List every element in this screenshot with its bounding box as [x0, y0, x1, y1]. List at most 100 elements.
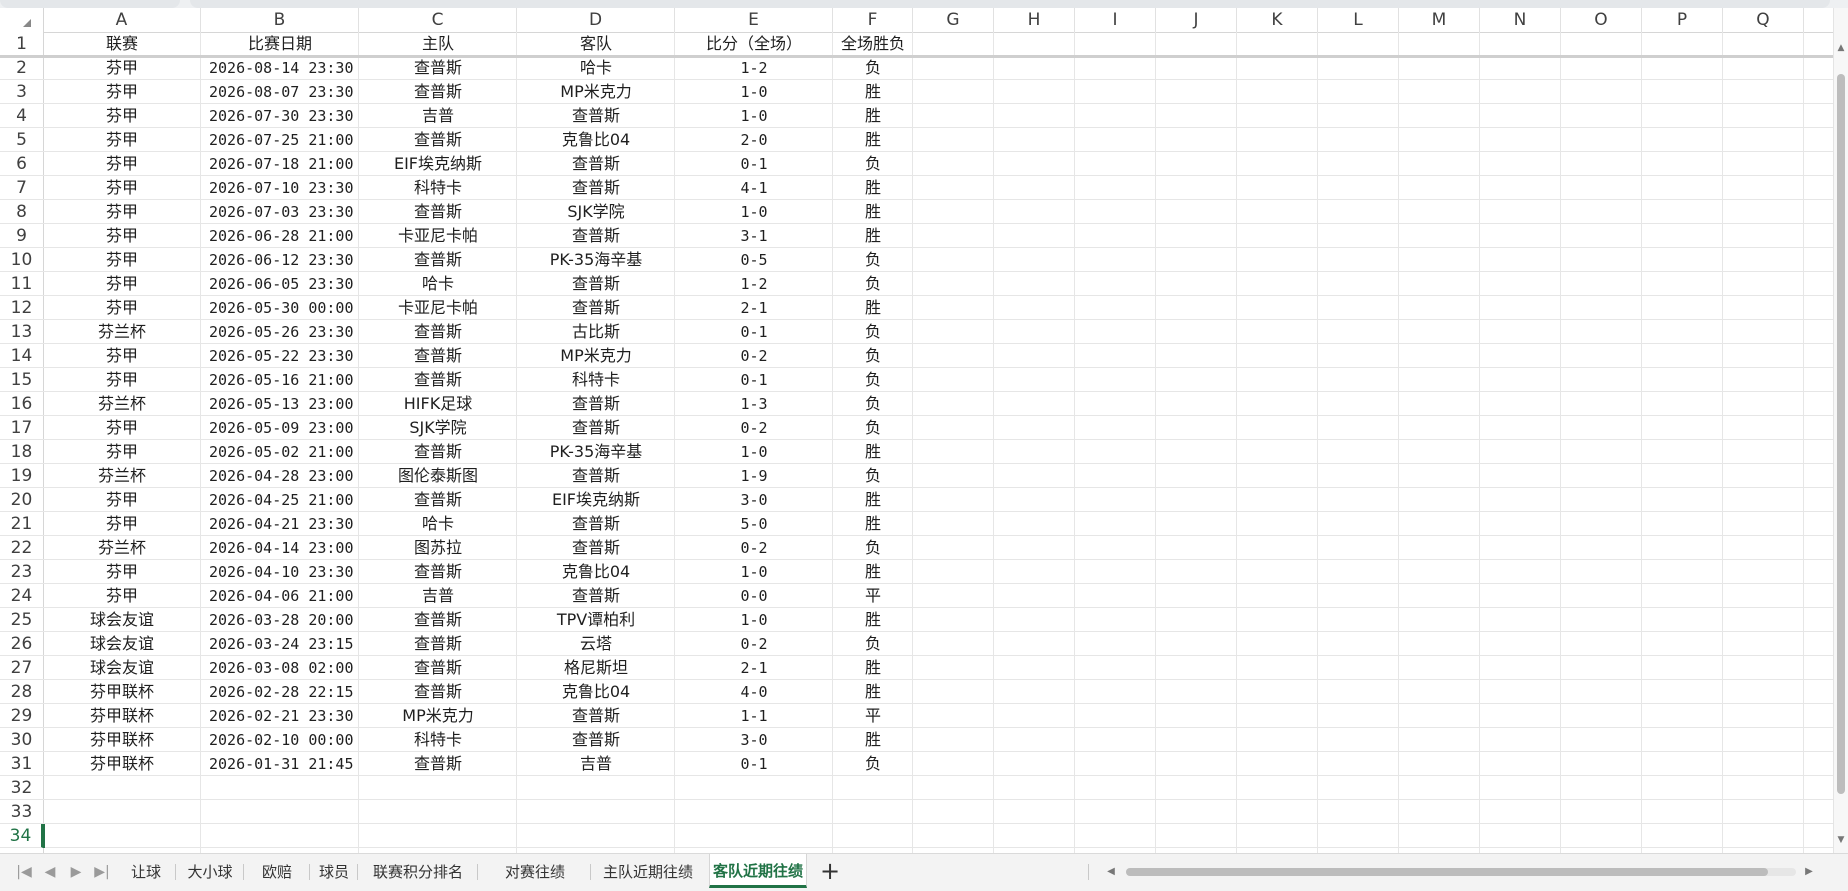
horizontal-scrollbar[interactable]: ◀ ▶: [1100, 862, 1820, 882]
league-cell[interactable]: 芬甲: [43, 488, 201, 512]
score-cell[interactable]: 1-0: [675, 104, 833, 128]
result-cell[interactable]: 负: [833, 344, 913, 368]
result-cell[interactable]: 胜: [833, 680, 913, 704]
home-team-cell[interactable]: 哈卡: [359, 272, 517, 296]
home-team-cell[interactable]: SJK学院: [359, 416, 517, 440]
result-cell[interactable]: 胜: [833, 560, 913, 584]
row-header-6[interactable]: 6: [0, 152, 43, 176]
row-header-20[interactable]: 20: [0, 488, 43, 512]
date-cell[interactable]: 2026-08-07 23:30: [201, 80, 359, 104]
column-header-d[interactable]: D: [517, 8, 675, 32]
row-header-2[interactable]: 2: [0, 56, 43, 80]
select-all-corner[interactable]: [0, 8, 44, 32]
date-cell[interactable]: 2026-03-08 02:00: [201, 656, 359, 680]
home-team-cell[interactable]: 科特卡: [359, 728, 517, 752]
date-cell[interactable]: 2026-05-22 23:30: [201, 344, 359, 368]
row-header-28[interactable]: 28: [0, 680, 43, 704]
league-cell[interactable]: 芬兰杯: [43, 536, 201, 560]
date-cell[interactable]: 2026-05-30 00:00: [201, 296, 359, 320]
date-cell[interactable]: 2026-04-28 23:00: [201, 464, 359, 488]
vertical-scrollbar[interactable]: ▲ ▼: [1833, 8, 1848, 853]
away-team-cell[interactable]: 查普斯: [517, 272, 675, 296]
score-cell[interactable]: 4-1: [675, 176, 833, 200]
away-team-cell[interactable]: MP米克力: [517, 344, 675, 368]
row-header-8[interactable]: 8: [0, 200, 43, 224]
header-league[interactable]: 联赛: [43, 32, 201, 56]
row-header-30[interactable]: 30: [0, 728, 43, 752]
date-cell[interactable]: 2026-03-28 20:00: [201, 608, 359, 632]
row-header-11[interactable]: 11: [0, 272, 43, 296]
date-cell[interactable]: 2026-07-18 21:00: [201, 152, 359, 176]
result-cell[interactable]: 胜: [833, 200, 913, 224]
sheet-tab-3[interactable]: 欧赔: [248, 858, 306, 886]
row-header-5[interactable]: 5: [0, 128, 43, 152]
date-cell[interactable]: 2026-04-10 23:30: [201, 560, 359, 584]
column-header-b[interactable]: B: [201, 8, 359, 32]
league-cell[interactable]: 芬甲联杯: [43, 704, 201, 728]
date-cell[interactable]: 2026-06-05 23:30: [201, 272, 359, 296]
result-cell[interactable]: 负: [833, 632, 913, 656]
header-score[interactable]: 比分（全场）: [675, 32, 833, 56]
score-cell[interactable]: 0-2: [675, 344, 833, 368]
row-header-14[interactable]: 14: [0, 344, 43, 368]
league-cell[interactable]: 芬甲: [43, 416, 201, 440]
column-header-a[interactable]: A: [43, 8, 201, 32]
score-cell[interactable]: 1-0: [675, 80, 833, 104]
league-cell[interactable]: 芬甲: [43, 272, 201, 296]
row-header-7[interactable]: 7: [0, 176, 43, 200]
sheet-tab-6[interactable]: 对赛往绩: [483, 858, 587, 886]
row-header-10[interactable]: 10: [0, 248, 43, 272]
header-result[interactable]: 全场胜负: [833, 32, 913, 56]
away-team-cell[interactable]: TPV谭柏利: [517, 608, 675, 632]
row-header-3[interactable]: 3: [0, 80, 43, 104]
result-cell[interactable]: 负: [833, 272, 913, 296]
score-cell[interactable]: 0-5: [675, 248, 833, 272]
home-team-cell[interactable]: 查普斯: [359, 344, 517, 368]
row-header-21[interactable]: 21: [0, 512, 43, 536]
row-header-32[interactable]: 32: [0, 776, 43, 800]
cell-grid[interactable]: 联赛 比赛日期 主队 客队 比分（全场） 全场胜负 芬甲 2026-08-14 23:30 查普…: [0, 32, 1834, 853]
home-team-cell[interactable]: 查普斯: [359, 488, 517, 512]
league-cell[interactable]: 芬甲: [43, 344, 201, 368]
home-team-cell[interactable]: HIFK足球: [359, 392, 517, 416]
date-cell[interactable]: 2026-07-03 23:30: [201, 200, 359, 224]
row-header-29[interactable]: 29: [0, 704, 43, 728]
league-cell[interactable]: 球会友谊: [43, 608, 201, 632]
home-team-cell[interactable]: 查普斯: [359, 752, 517, 776]
sheet-tab-7[interactable]: 主队近期往绩: [595, 858, 701, 886]
header-home-team[interactable]: 主队: [359, 32, 517, 56]
column-header-o[interactable]: O: [1561, 8, 1642, 32]
away-team-cell[interactable]: 查普斯: [517, 512, 675, 536]
column-header-k[interactable]: K: [1237, 8, 1318, 32]
score-cell[interactable]: 1-0: [675, 200, 833, 224]
result-cell[interactable]: 负: [833, 248, 913, 272]
away-team-cell[interactable]: 格尼斯坦: [517, 656, 675, 680]
column-header-g[interactable]: G: [913, 8, 994, 32]
date-cell[interactable]: 2026-04-14 23:00: [201, 536, 359, 560]
away-team-cell[interactable]: 查普斯: [517, 152, 675, 176]
date-cell[interactable]: 2026-02-10 00:00: [201, 728, 359, 752]
column-header-p[interactable]: P: [1642, 8, 1723, 32]
result-cell[interactable]: 胜: [833, 488, 913, 512]
league-cell[interactable]: 芬甲联杯: [43, 752, 201, 776]
result-cell[interactable]: 胜: [833, 728, 913, 752]
away-team-cell[interactable]: 查普斯: [517, 584, 675, 608]
row-header-12[interactable]: 12: [0, 296, 43, 320]
date-cell[interactable]: 2026-05-26 23:30: [201, 320, 359, 344]
row-header-31[interactable]: 31: [0, 752, 43, 776]
score-cell[interactable]: 3-0: [675, 728, 833, 752]
result-cell[interactable]: 胜: [833, 104, 913, 128]
away-team-cell[interactable]: 查普斯: [517, 536, 675, 560]
result-cell[interactable]: 胜: [833, 128, 913, 152]
date-cell[interactable]: 2026-04-06 21:00: [201, 584, 359, 608]
date-cell[interactable]: 2026-05-13 23:00: [201, 392, 359, 416]
away-team-cell[interactable]: 古比斯: [517, 320, 675, 344]
result-cell[interactable]: 负: [833, 752, 913, 776]
league-cell[interactable]: 芬甲: [43, 152, 201, 176]
score-cell[interactable]: 5-0: [675, 512, 833, 536]
result-cell[interactable]: 胜: [833, 176, 913, 200]
score-cell[interactable]: 0-0: [675, 584, 833, 608]
row-header-26[interactable]: 26: [0, 632, 43, 656]
date-cell[interactable]: 2026-06-28 21:00: [201, 224, 359, 248]
away-team-cell[interactable]: 吉普: [517, 752, 675, 776]
